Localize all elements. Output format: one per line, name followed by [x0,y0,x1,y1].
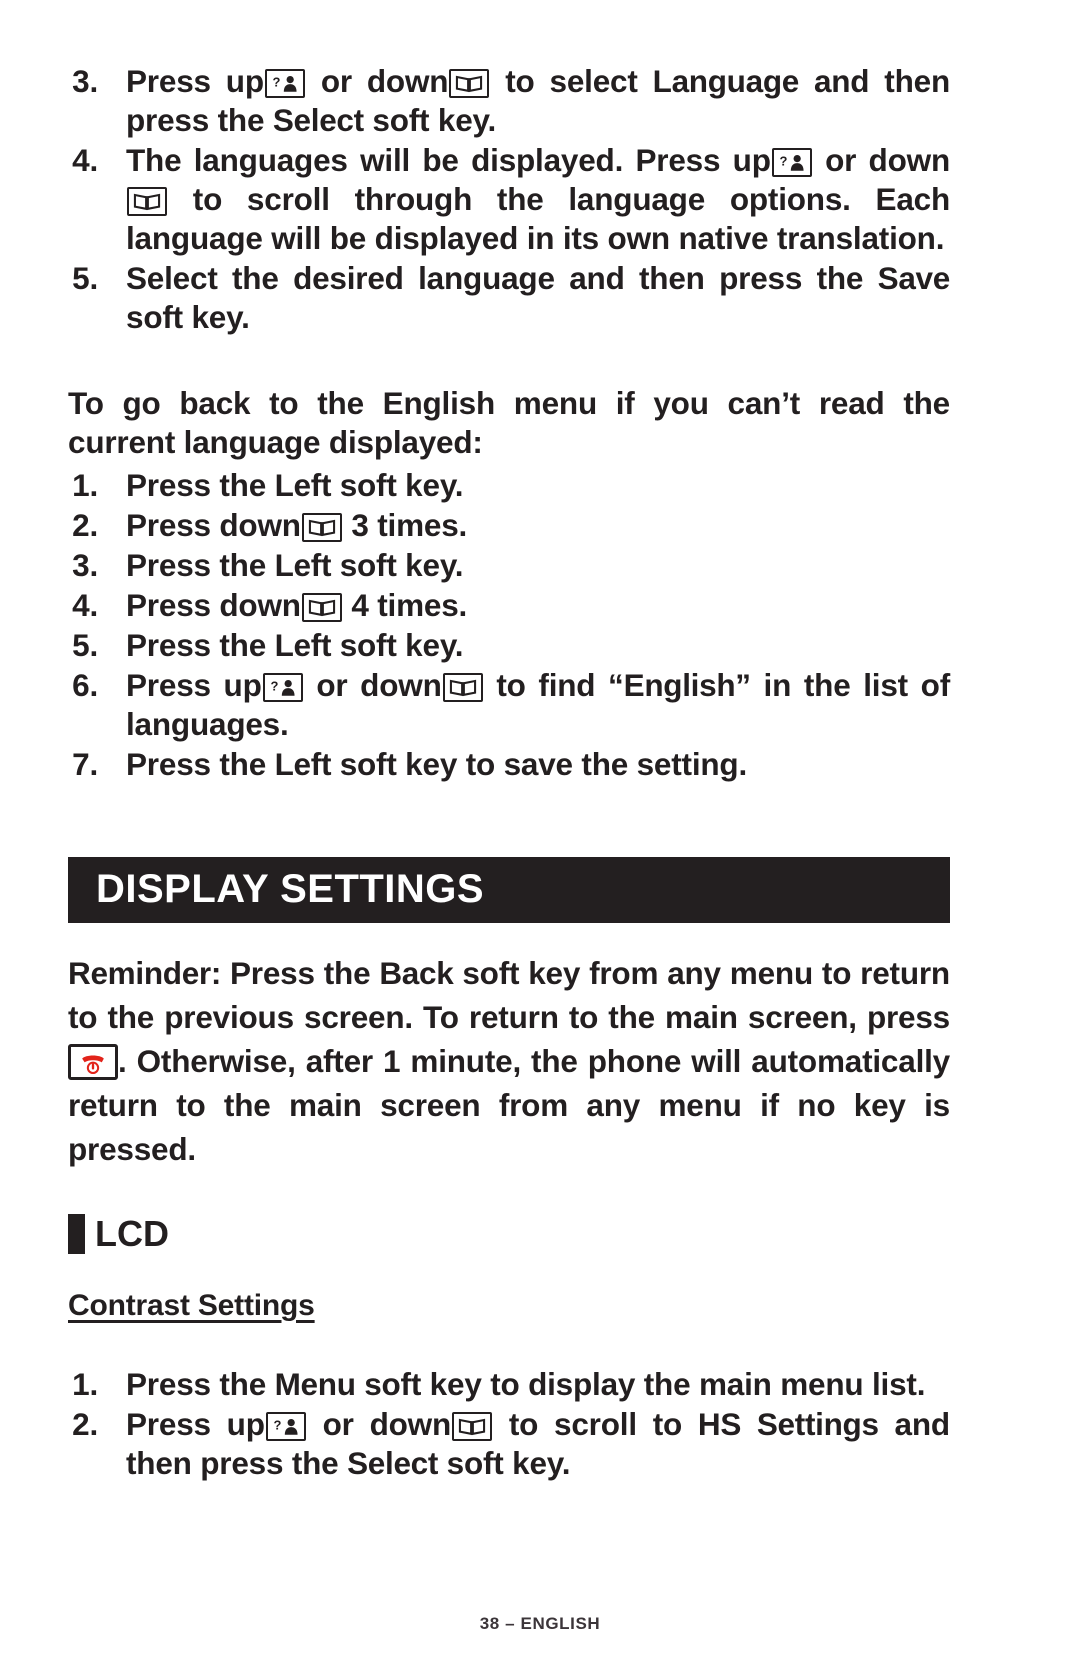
end-call-key-icon [68,1044,118,1080]
list-item: 2. Press up? or down to scroll to HS Sett… [68,1405,950,1483]
svg-text:?: ? [270,679,278,694]
page-footer: 38 – ENGLISH [0,1614,1080,1634]
emphasis-text: English [623,667,736,703]
list-item: 5. Press the Left soft key. [68,626,950,665]
up-key-icon: ? [262,673,303,702]
list-item-number: 5. [72,260,98,296]
list-item-number: 1. [72,467,98,503]
down-key-icon [301,593,342,622]
list-item-text: Select the desired language and then pre… [126,260,951,335]
list-item-text: The languages will be displayed. Press u… [126,142,950,256]
emphasis-text: Back [379,955,454,991]
list-item: 1. Press the Menu soft key to display the… [68,1365,950,1404]
svg-text:?: ? [272,75,280,90]
page-footer-text: 38 – ENGLISH [479,1614,601,1633]
subsection-heading-label: LCD [95,1213,169,1254]
list-item-number: 4. [72,142,98,178]
list-item-text: Press the Left soft key. [126,467,464,503]
down-key-icon [449,69,490,98]
square-bullet-icon [68,1214,85,1254]
english-steps-list: 1. Press the Left soft key. 2. Press down 3… [68,466,950,784]
list-item-number: 3. [72,547,98,583]
list-item-number: 3. [72,63,98,99]
emphasis-text: Reminder: [68,955,222,991]
list-item-number: 4. [72,587,98,623]
list-item: 3. Press the Left soft key. [68,546,950,585]
down-key-icon [127,187,167,216]
emphasis-text: Left [274,746,332,782]
section-banner-title: DISPLAY SETTINGS [96,867,485,911]
list-item-text: Press up? or down to find “English” in t… [126,667,951,742]
list-item-number: 6. [72,667,98,703]
list-item-number: 2. [72,507,98,543]
list-item: 4. The languages will be displayed. Press… [68,141,950,258]
up-key-icon: ? [771,148,812,177]
manual-page: 3. Press up? or down to select Language a… [0,0,1080,1669]
list-item-number: 1. [72,1366,98,1402]
emphasis-text: Select [272,102,364,138]
emphasis-text: HS Settings [697,1406,879,1442]
english-fallback-intro: To go back to the English menu if you ca… [68,385,950,460]
list-item-text: Press up? or down to scroll to HS Settin… [126,1406,950,1481]
list-item-text: Press up? or down to select Language and… [126,63,950,138]
list-item: 5. Select the desired language and then p… [68,259,950,337]
down-key-icon [442,673,483,702]
emphasis-text: Save [877,260,951,296]
subsection-heading-lcd: LCD [68,1213,950,1255]
list-item-text: Press the Left soft key. [126,627,464,663]
reminder-paragraph: Reminder: Press the Back soft key from a… [68,955,950,1167]
list-item-number: 2. [72,1406,98,1442]
emphasis-text: Select [347,1445,439,1481]
contrast-settings-heading: Contrast Settings [68,1289,315,1322]
contrast-steps-list: 1. Press the Menu soft key to display the… [68,1365,950,1483]
emphasis-text: Language [652,63,800,99]
emphasis-text: Left [274,547,332,583]
emphasis-text: Menu [274,1366,356,1402]
page-content: 3. Press up? or down to select Language a… [68,62,950,1484]
section-banner-display-settings: DISPLAY SETTINGS [68,857,950,923]
list-item: 6. Press up? or down to find “English” in… [68,666,950,744]
list-item-number: 5. [72,627,98,663]
list-item: 7. Press the Left soft key to save the se… [68,745,950,784]
list-item: 4. Press down 4 times. [68,586,950,625]
list-item-text: Press the Left soft key. [126,547,464,583]
list-item-text: Press the Menu soft key to display the m… [126,1366,926,1402]
down-key-icon [452,1412,492,1441]
list-item: 3. Press up? or down to select Language a… [68,62,950,140]
list-item-text: Press down 4 times. [126,587,468,623]
svg-text:?: ? [779,154,787,169]
up-key-icon: ? [265,1412,306,1441]
list-item-text: Press the Left soft key to save the sett… [126,746,748,782]
list-item-number: 7. [72,746,98,782]
emphasis-text: Left [274,627,332,663]
emphasis-text: Left [274,467,332,503]
up-key-icon: ? [264,69,305,98]
list-item: 2. Press down 3 times. [68,506,950,545]
down-key-icon [301,513,342,542]
svg-text:?: ? [273,1418,281,1433]
language-steps-list: 3. Press up? or down to select Language a… [68,62,950,337]
list-item: 1. Press the Left soft key. [68,466,950,505]
list-item-text: Press down 3 times. [126,507,468,543]
